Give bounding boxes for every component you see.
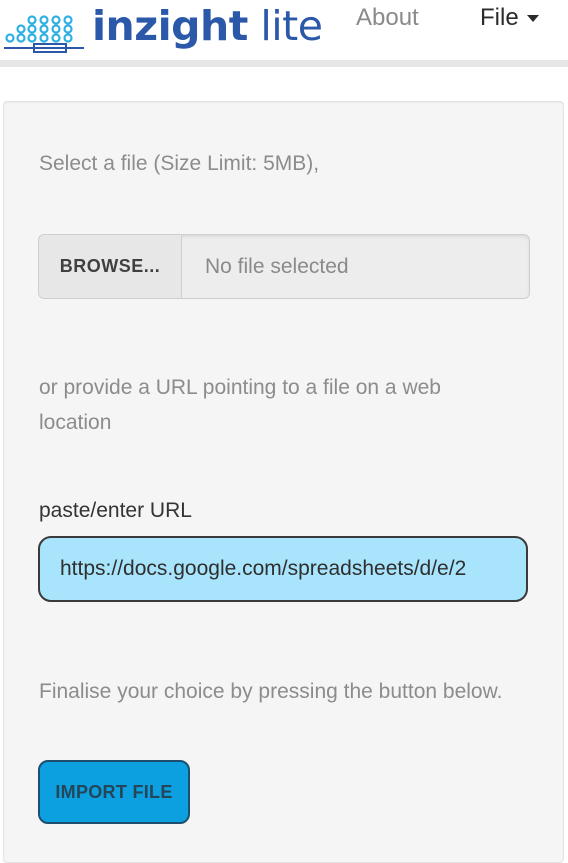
logo-wordmark: inzight lite [92, 0, 323, 52]
nav-file-dropdown[interactable]: File [480, 2, 539, 34]
file-status-text: No file selected [205, 255, 349, 278]
logo-dots-icon [4, 15, 84, 53]
logo-brand: inzight [92, 2, 248, 50]
caret-down-icon [526, 15, 539, 23]
import-panel: Select a file (Size Limit: 5MB), BROWSE.… [3, 101, 564, 863]
app-header: inzight lite About File [0, 0, 568, 60]
nav-about-link[interactable]: About [356, 2, 419, 34]
url-instruction-text: or provide a URL pointing to a file on a… [39, 376, 441, 434]
browse-button[interactable]: BROWSE... [39, 235, 182, 298]
header-divider [0, 60, 568, 67]
file-input-group[interactable]: BROWSE... No file selected [38, 234, 530, 299]
finalise-text: Finalise your choice by pressing the but… [39, 680, 503, 703]
select-file-text: Select a file (Size Limit: 5MB), [39, 152, 320, 175]
import-file-button[interactable]: IMPORT FILE [38, 760, 190, 824]
url-input[interactable]: https://docs.google.com/spreadsheets/d/e… [38, 536, 528, 602]
logo-edition: lite [260, 2, 323, 50]
logo[interactable]: inzight lite [4, 2, 323, 54]
nav-file-label: File [480, 4, 519, 31]
url-field-label: paste/enter URL [39, 499, 192, 522]
